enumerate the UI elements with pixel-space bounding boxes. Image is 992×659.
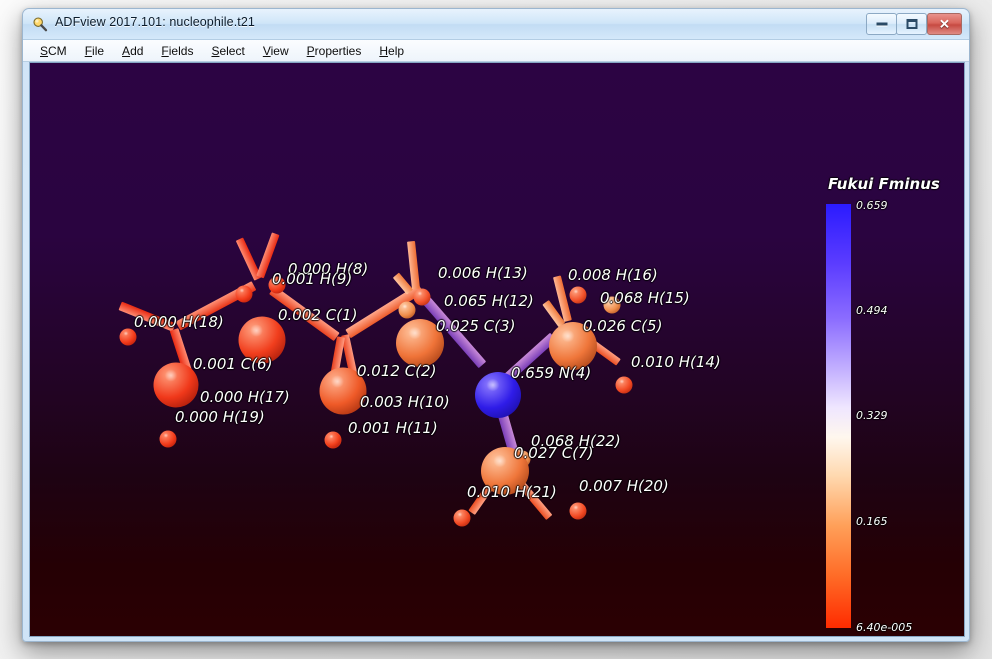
colorbar-gradient[interactable]: [826, 204, 851, 628]
menu-item-properties[interactable]: Properties: [298, 42, 371, 60]
atom-h15[interactable]: [603, 296, 621, 314]
atom-label-h16: 0.008 H(16): [568, 266, 658, 284]
atom-c2[interactable]: [319, 367, 367, 415]
bond-c1-h9: [256, 232, 280, 279]
atom-c1[interactable]: [238, 316, 286, 364]
atom-c7[interactable]: [481, 447, 529, 495]
atom-n4[interactable]: [475, 372, 521, 418]
molecule-scene: 0.000 H(18) 0.001 C(6) 0.000 H(17) 0.000…: [30, 63, 964, 636]
menu-item-help[interactable]: Help: [370, 42, 413, 60]
atom-label-h22: 0.068 H(22): [531, 432, 621, 450]
atom-label-h12: 0.065 H(12): [444, 292, 534, 310]
atom-h9[interactable]: [268, 276, 286, 294]
colorbar-tick-4: 6.40e-005: [856, 621, 913, 634]
menu-item-select[interactable]: Select: [202, 42, 253, 60]
bond-c3-h13: [407, 240, 420, 290]
magnifier-icon: [32, 16, 48, 32]
atom-c6[interactable]: [153, 362, 199, 408]
atom-label-h17: 0.000 H(17): [200, 388, 290, 406]
atom-label-h13: 0.006 H(13): [438, 264, 528, 282]
colorbar-tick-3: 0.165: [856, 515, 888, 528]
colorbar-title: Fukui Fminus: [828, 175, 940, 193]
atom-h8[interactable]: [235, 285, 253, 303]
adfview-window: ADFview 2017.101: nucleophile.t21 ✕ SCM …: [22, 8, 970, 642]
menu-item-view[interactable]: View: [254, 42, 298, 60]
atom-h11[interactable]: [325, 432, 341, 448]
atom-label-h14: 0.010 H(14): [631, 353, 721, 371]
atom-h19[interactable]: [159, 430, 177, 448]
atom-label-h11: 0.001 H(11): [348, 419, 438, 437]
colorbar-tick-2: 0.329: [856, 409, 888, 422]
window-title: ADFview 2017.101: nucleophile.t21: [55, 15, 255, 29]
atom-h20[interactable]: [569, 502, 587, 520]
atom-h18[interactable]: [119, 328, 137, 346]
colorbar-tick-1: 0.494: [856, 304, 888, 317]
menu-item-add[interactable]: Add: [113, 42, 152, 60]
atom-h14[interactable]: [615, 376, 633, 394]
atom-h16[interactable]: [569, 286, 587, 304]
atom-label-h8: 0.000 H(8): [288, 260, 369, 278]
maximize-icon: [906, 19, 917, 29]
close-icon: ✕: [939, 16, 950, 32]
atom-label-h20: 0.007 H(20): [579, 477, 669, 495]
close-button[interactable]: ✕: [927, 13, 962, 35]
menu-item-file[interactable]: File: [76, 42, 113, 60]
atom-c3[interactable]: [396, 319, 444, 367]
menu-bar: SCM File Add Fields Select View Properti…: [23, 40, 969, 62]
menu-item-scm[interactable]: SCM: [31, 42, 76, 60]
minimize-button[interactable]: [866, 13, 897, 35]
atom-h21[interactable]: [453, 509, 471, 527]
maximize-button[interactable]: [896, 13, 927, 35]
colorbar-tick-0: 0.659: [856, 199, 888, 212]
atom-label-h10: 0.003 H(10): [360, 393, 450, 411]
minimize-icon: [876, 22, 887, 26]
molecule-viewport[interactable]: 0.000 H(18) 0.001 C(6) 0.000 H(17) 0.000…: [29, 62, 965, 637]
title-bar[interactable]: ADFview 2017.101: nucleophile.t21 ✕: [23, 9, 969, 40]
atom-c5[interactable]: [549, 322, 597, 370]
atom-h12[interactable]: [398, 301, 416, 319]
atom-h13[interactable]: [413, 288, 431, 306]
bond-c6-h18: [118, 301, 176, 332]
menu-item-fields[interactable]: Fields: [152, 42, 202, 60]
atom-label-c5: 0.026 C(5): [583, 317, 663, 335]
atom-label-h19: 0.000 H(19): [175, 408, 265, 426]
